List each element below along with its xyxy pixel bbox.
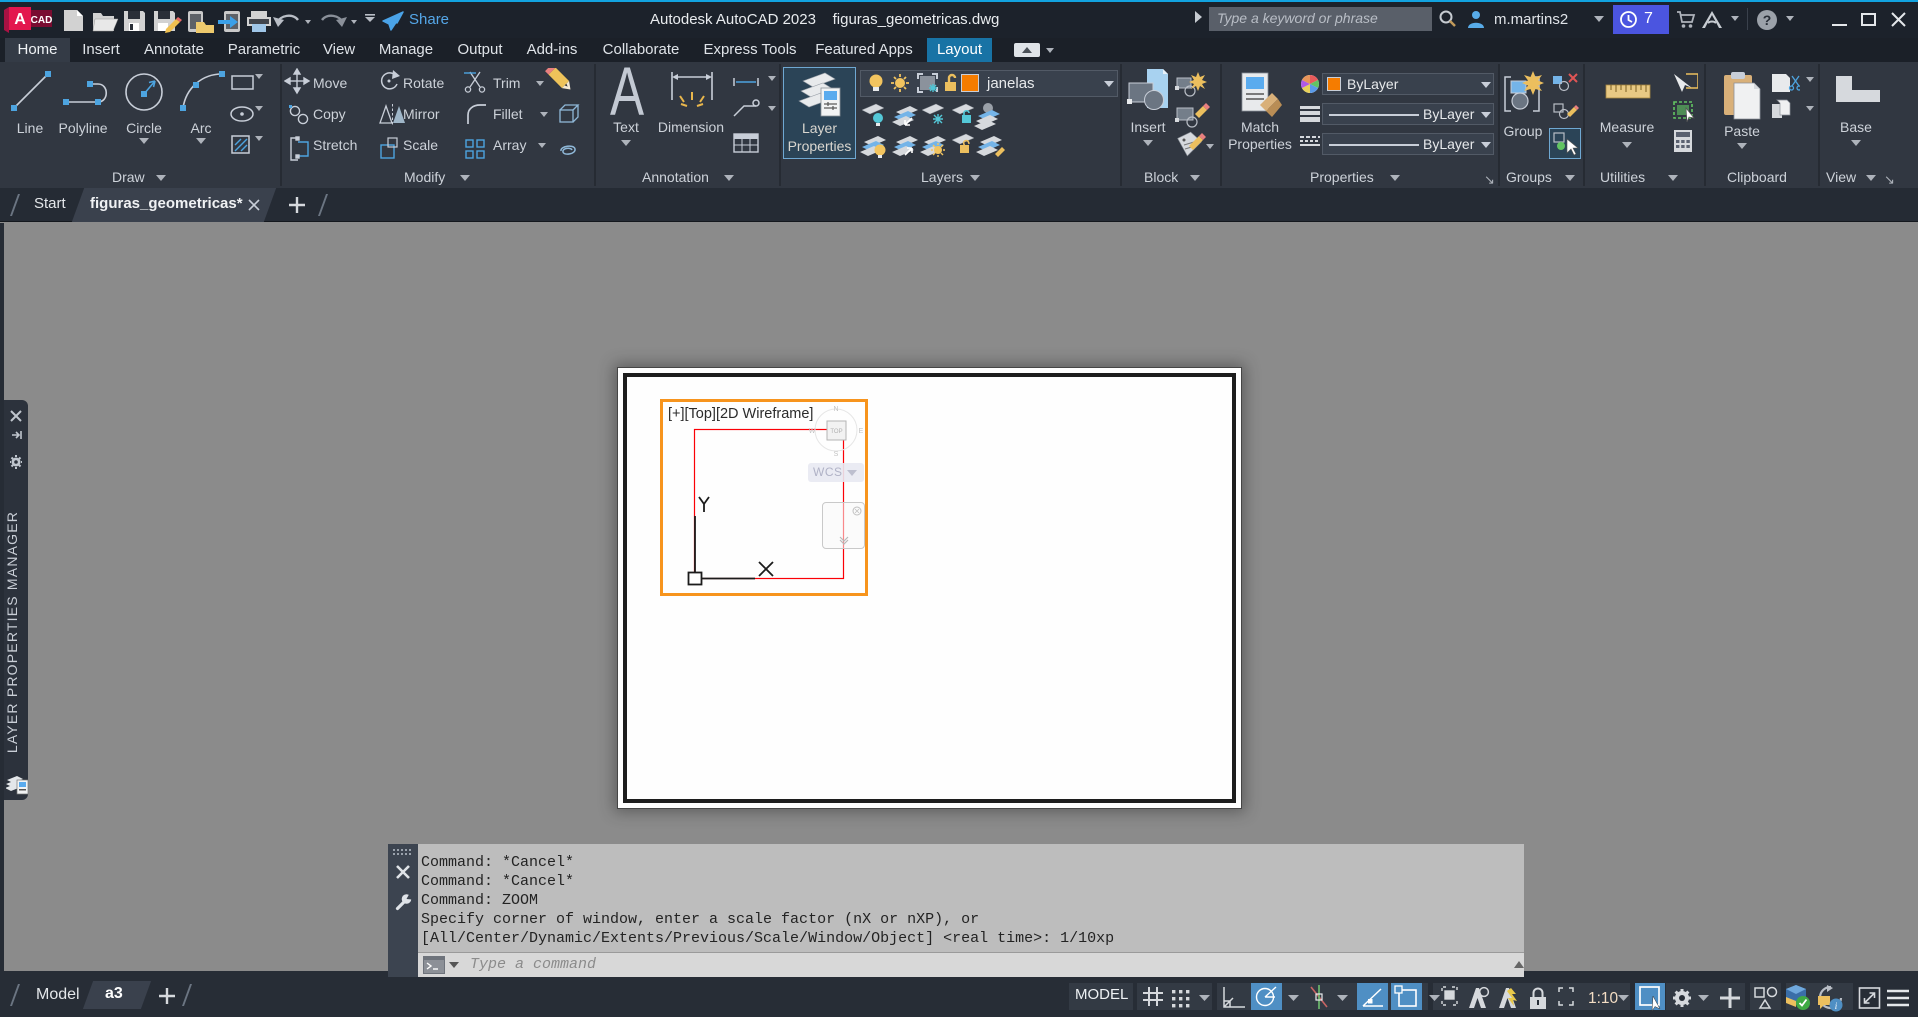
svg-text:E: E — [859, 428, 864, 435]
svg-text:?: ? — [1763, 12, 1772, 28]
svg-text:A: A — [14, 11, 26, 28]
svg-text:N: N — [833, 406, 838, 413]
svg-text:S: S — [834, 451, 839, 458]
svg-text:W: W — [809, 428, 816, 435]
svg-text:TOP: TOP — [830, 429, 842, 435]
svg-text:CAD: CAD — [31, 15, 52, 26]
svg-text:1:10: 1:10 — [1588, 990, 1619, 1007]
